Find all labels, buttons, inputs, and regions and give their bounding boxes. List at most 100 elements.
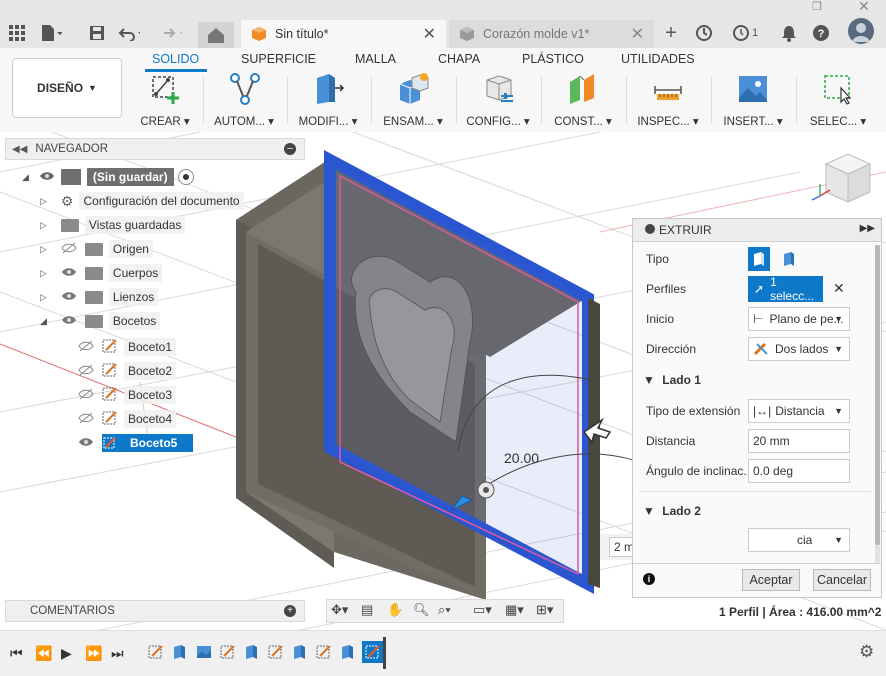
canvas-feature-icon[interactable] [196,644,212,660]
tab-corazon-molde[interactable]: Corazón molde v1* ✕ [449,20,654,48]
job-status-icon[interactable] [693,22,715,44]
grid-settings-icon[interactable]: ▦▾ [505,602,524,618]
look-at-icon[interactable]: ▤ [361,602,373,618]
scrollbar-thumb[interactable] [875,245,880,545]
scrollbar[interactable] [875,245,880,563]
home-button[interactable] [198,22,234,48]
expand-triangle-icon[interactable]: ▷ [40,244,47,255]
dimension-label[interactable]: 20.00 [504,450,539,466]
step-forward-icon[interactable]: ⏩ [85,645,102,662]
pan-hand-icon[interactable]: ✋ [387,602,403,618]
tree-item-origin[interactable]: ▷ Origen [40,238,153,260]
root-label[interactable]: (Sin guardar) [86,168,174,186]
save-icon[interactable] [86,22,108,44]
extrude-feature-icon[interactable] [244,644,260,660]
tab-solido[interactable]: SOLIDO [152,52,199,66]
sketch-feature-icon[interactable] [148,644,164,660]
close-window-icon[interactable]: ✕ [858,0,870,15]
fit-icon[interactable]: ⌕▾ [438,602,451,618]
go-to-start-icon[interactable]: ⏮ [10,645,23,662]
comments-bar[interactable]: COMENTARIOS + [5,600,305,622]
eye-icon[interactable] [78,436,94,451]
construct-tool[interactable]: CONST... ▾ [543,72,623,128]
tab-chapa[interactable]: CHAPA [438,52,480,66]
eye-icon[interactable] [61,290,77,305]
start-select[interactable]: ⊢ Plano de pe... ▼ [748,307,850,331]
redo-icon[interactable] [160,22,182,44]
close-icon[interactable]: ✕ [423,24,436,44]
sketch-feature-icon[interactable] [316,644,332,660]
bell-icon[interactable] [778,22,800,44]
help-icon[interactable]: ? [810,22,832,44]
extrude-header[interactable]: EXTRUIR ▶▶ [633,219,881,242]
file-icon[interactable] [40,22,62,44]
restore-window-icon[interactable]: ❐ [812,0,822,13]
eye-icon[interactable] [61,314,77,329]
taper-angle-input[interactable]: 0.0 deg [748,459,850,483]
notifications-icon[interactable]: 1 [728,22,762,44]
tab-sin-titulo[interactable]: Sin título* ✕ [241,20,446,48]
lado2-section[interactable]: ▼ Lado 2 [643,504,701,518]
expand-triangle-icon[interactable]: ◢ [40,316,47,327]
current-feature-marker[interactable] [362,641,384,663]
distance-input[interactable]: 20 mm [748,429,850,453]
profiles-select-button[interactable]: ➚ 1 selecc... [748,275,823,303]
eye-hidden-icon[interactable] [78,364,94,379]
sketch-item-selected[interactable]: Boceto5 [78,432,194,454]
apps-grid-icon[interactable] [6,22,28,44]
eye-hidden-icon[interactable] [78,412,94,427]
eye-icon[interactable] [39,170,55,185]
direction-select[interactable]: Dos lados ▼ [748,337,850,361]
sketch-item[interactable]: Boceto3 [78,384,177,406]
automate-tool[interactable]: AUTOM... ▾ [204,72,284,128]
expand-triangle-icon[interactable]: ▷ [40,196,47,207]
navigator-header[interactable]: ◀◀ NAVEGADOR – [5,138,305,160]
viewports-icon[interactable]: ⊞▾ [536,602,553,618]
add-comment-icon[interactable]: + [284,605,296,617]
tab-utilidades[interactable]: UTILIDADES [621,52,695,66]
go-to-end-icon[interactable]: ⏭ [111,645,124,662]
extrude-feature-icon[interactable] [172,644,188,660]
activate-radio-icon[interactable] [177,169,194,185]
play-icon[interactable]: ▶ [61,645,72,662]
lado1-section[interactable]: ▼ Lado 1 [643,373,701,387]
expand-panel-icon[interactable]: ▶▶ [860,223,875,234]
insert-tool[interactable]: INSERT... ▾ [713,72,793,128]
gear-icon[interactable]: ⚙ [859,642,874,662]
select-tool[interactable]: SELEC... ▾ [798,72,878,128]
solid-type-icon[interactable] [748,247,770,271]
zoom-icon[interactable]: 🔍︎ [413,602,430,618]
tree-item-config[interactable]: ▷ ⚙ Configuración del documento [40,190,244,212]
expand-triangle-icon[interactable]: ◢ [22,172,29,183]
avatar[interactable] [848,18,874,44]
eye-hidden-icon[interactable] [78,388,94,403]
modify-tool[interactable]: MODIFI... ▾ [288,72,368,128]
assemble-tool[interactable]: ENSAM... ▾ [373,72,453,128]
tree-item-views[interactable]: ▷ Vistas guardadas [40,214,186,236]
side2-extent-select[interactable]: cia ▼ [748,528,850,552]
collapse-panel-icon[interactable]: ◀◀ [12,144,27,155]
minimize-icon[interactable]: – [284,143,296,155]
inspect-tool[interactable]: INSPEC... ▾ [628,72,708,128]
eye-icon[interactable] [61,266,77,281]
configure-tool[interactable]: CONFIG... ▾ [458,72,538,128]
eye-hidden-icon[interactable] [78,340,94,355]
undo-icon[interactable] [118,22,140,44]
create-tool[interactable]: CREAR ▾ [125,72,205,128]
tab-malla[interactable]: MALLA [355,52,396,66]
tab-superficie[interactable]: SUPERFICIE [241,52,316,66]
thin-type-icon[interactable] [778,247,800,271]
eye-hidden-icon[interactable] [61,242,77,257]
orbit-icon[interactable]: ✥▾ [331,602,348,618]
step-back-icon[interactable]: ⏪ [35,645,52,662]
sketch-item[interactable]: Boceto1 [78,336,177,358]
expand-triangle-icon[interactable]: ▷ [40,268,47,279]
ok-button[interactable]: Aceptar [742,569,800,591]
tree-item-bodies[interactable]: ▷ Cuerpos [40,262,163,284]
extrude-feature-icon[interactable] [340,644,356,660]
tab-plastico[interactable]: PLÁSTICO [522,52,584,66]
close-icon[interactable]: ✕ [631,24,644,44]
expand-triangle-icon[interactable]: ▷ [40,220,47,231]
clear-selection-icon[interactable]: ✕ [833,280,845,297]
sketch-feature-icon[interactable] [268,644,284,660]
